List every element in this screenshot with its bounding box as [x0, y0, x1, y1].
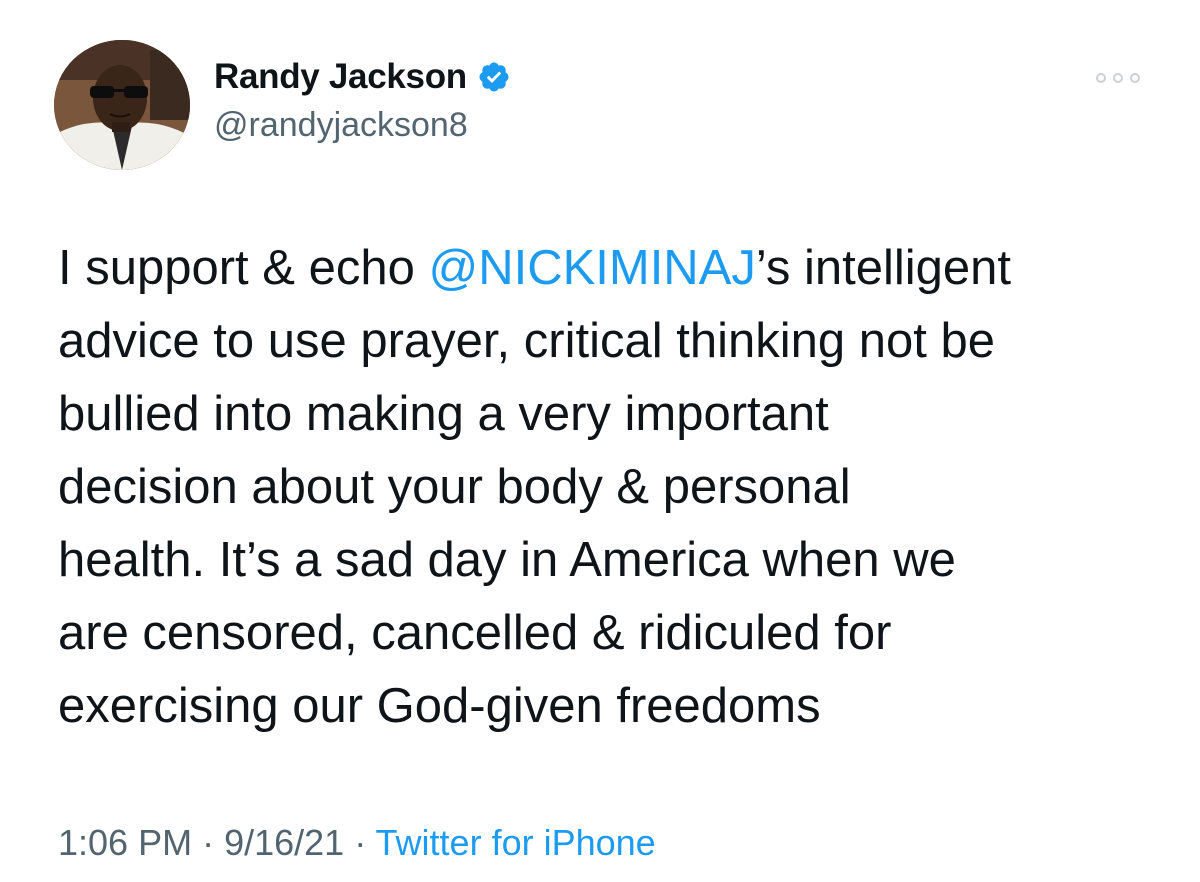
tweet-text-segment: I support & echo [58, 241, 429, 295]
tweet-line: I support & echo @NICKIMINAJ’s intellige… [58, 232, 1168, 305]
meta-separator: · [192, 822, 225, 863]
tweet-line: health. It’s a sad day in America when w… [58, 533, 956, 587]
author-handle[interactable]: @randyjackson8 [214, 106, 511, 145]
tweet-text: I support & echo @NICKIMINAJ’s intellige… [58, 232, 1168, 743]
tweet-source-link[interactable]: Twitter for iPhone [376, 822, 656, 863]
author-name[interactable]: Randy Jackson [214, 57, 467, 97]
tweet-text-segment: ’s intelligent [755, 241, 1012, 295]
tweet-line: exercising our God-given freedoms [58, 679, 821, 733]
tweet-line: decision about your body & personal [58, 460, 851, 514]
tweet-date[interactable]: 9/16/21 [224, 822, 344, 863]
more-dot [1113, 73, 1123, 83]
author-block: Randy Jackson @randyjackson8 [214, 54, 511, 145]
meta-separator: · [344, 822, 376, 863]
verified-badge-icon [477, 60, 511, 94]
tweet-meta: 1:06 PM · 9/16/21 · Twitter for iPhone [58, 822, 656, 864]
tweet-time[interactable]: 1:06 PM [58, 822, 192, 863]
author-name-row: Randy Jackson [214, 54, 511, 100]
avatar[interactable] [54, 40, 190, 170]
more-dot [1096, 73, 1106, 83]
tweet-line: are censored, cancelled & ridiculed for [58, 606, 892, 660]
more-dot [1130, 73, 1140, 83]
tweet-line: advice to use prayer, critical thinking … [58, 314, 995, 368]
tweet-line: bullied into making a very important [58, 387, 829, 441]
more-options-icon[interactable] [1096, 66, 1140, 90]
tweet-card: Randy Jackson @randyjackson8 I support &… [0, 0, 1200, 882]
mention-link[interactable]: @NICKIMINAJ [428, 241, 755, 295]
